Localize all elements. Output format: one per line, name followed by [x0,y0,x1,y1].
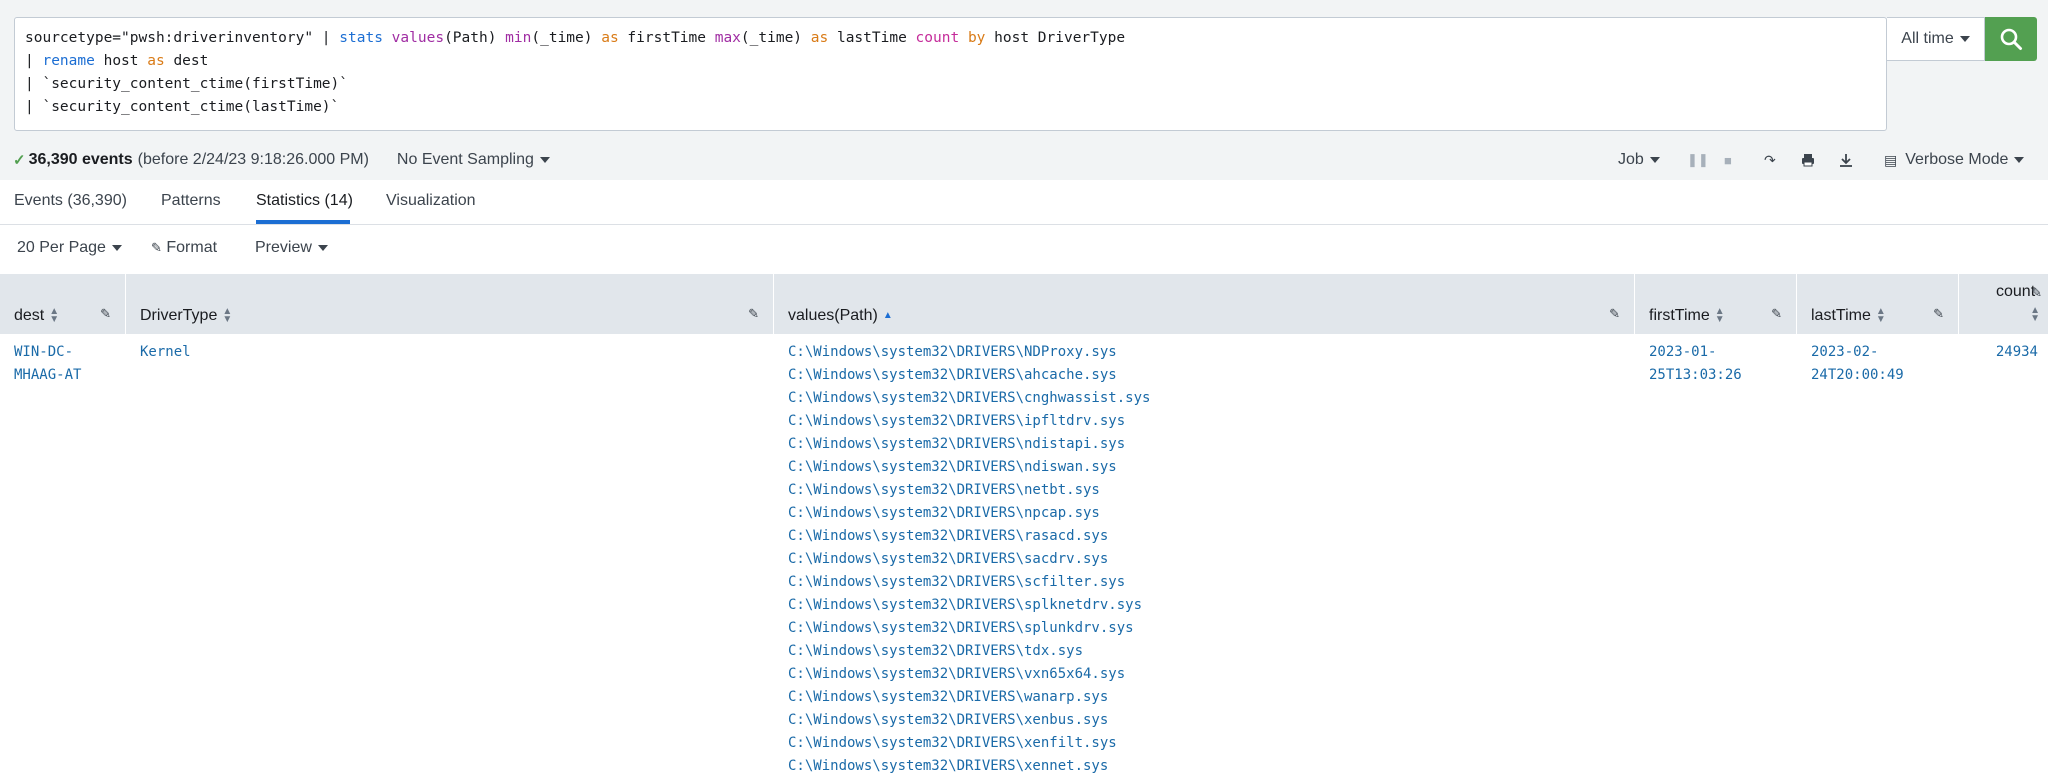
cell-lasttime[interactable]: 2023-02- 24T20:00:49 [1811,341,1904,387]
check-icon: ✓ [13,152,26,169]
active-tab-indicator [256,220,350,224]
path-value[interactable]: C:\Windows\system32\DRIVERS\scfilter.sys [788,571,1150,594]
chevron-down-icon [317,244,328,251]
column-header-count[interactable]: count ✎ ▲ ▼ [1959,274,2048,334]
path-value[interactable]: C:\Windows\system32\DRIVERS\rasacd.sys [788,525,1150,548]
search-button[interactable] [1985,17,2037,61]
path-value[interactable]: C:\Windows\system32\DRIVERS\xenbus.sys [788,709,1150,732]
sort-icon[interactable]: ▲ ▼ [222,306,232,324]
tab-statistics[interactable]: Statistics (14) [256,192,353,210]
path-value[interactable]: C:\Windows\system32\DRIVERS\ndistapi.sys [788,433,1150,456]
search-query-editor[interactable]: sourcetype="pwsh:driverinventory" | stat… [14,17,1887,131]
query-line-2: | rename host as dest [25,53,209,69]
path-value[interactable]: C:\Windows\system32\DRIVERS\vxn65x64.sys [788,663,1150,686]
mode-icon: ▤ [1884,151,1898,168]
pencil-icon[interactable]: ✎ [1609,306,1620,322]
format-label: Format [166,239,218,256]
column-header-dest[interactable]: dest ▲ ▼ ✎ [0,274,126,334]
search-area: sourcetype="pwsh:driverinventory" | stat… [0,0,2048,180]
path-value[interactable]: C:\Windows\system32\DRIVERS\wanarp.sys [788,686,1150,709]
chevron-down-icon [111,244,122,251]
column-header-firsttime[interactable]: firstTime ▲ ▼ ✎ [1635,274,1797,334]
search-icon [2000,28,2022,50]
path-value[interactable]: C:\Windows\system32\DRIVERS\NDProxy.sys [788,341,1150,364]
search-mode-label: Verbose Mode [1905,151,2009,168]
path-value[interactable]: C:\Windows\system32\DRIVERS\ndiswan.sys [788,456,1150,479]
pencil-icon[interactable]: ✎ [748,306,759,322]
event-sampling-dropdown[interactable]: No Event Sampling [397,151,550,169]
results-toolbar: 20 Per Page ✎ Format Preview [0,226,2048,274]
pencil-icon[interactable]: ✎ [1771,306,1782,322]
pencil-icon: ✎ [151,240,162,255]
tab-events[interactable]: Events (36,390) [14,192,127,210]
column-header-drivertype[interactable]: DriverType ▲ ▼ ✎ [126,274,774,334]
stop-icon[interactable]: ■ [1724,140,1732,180]
cell-count[interactable]: 24934 [1996,341,2038,364]
per-page-dropdown[interactable]: 20 Per Page [17,239,122,257]
job-menu[interactable]: Job [1618,140,1660,180]
time-range-label: All time [1901,30,1954,47]
pause-icon[interactable]: ❚❚ [1687,140,1709,180]
per-page-label: 20 Per Page [17,239,106,256]
path-value[interactable]: C:\Windows\system32\DRIVERS\xenfilt.sys [788,732,1150,755]
results-tabs: Events (36,390) Patterns Statistics (14)… [0,180,2048,225]
print-icon[interactable] [1801,140,1815,180]
preview-label: Preview [255,239,312,256]
cell-dest[interactable]: WIN-DC- MHAAG-AT [14,341,114,387]
query-line-4: | `security_content_ctime(lastTime)` [25,99,340,115]
search-mode-dropdown[interactable]: ▤ Verbose Mode [1884,140,2025,180]
column-label: dest [14,307,45,324]
sort-icon[interactable]: ▲ ▼ [1715,306,1725,324]
pencil-icon[interactable]: ✎ [2031,285,2042,301]
column-header-values-path[interactable]: values(Path) ▲ ✎ [774,274,1635,334]
pencil-icon[interactable]: ✎ [100,306,111,322]
column-label: values(Path) [788,307,878,324]
column-label: count [1996,283,2036,300]
tab-patterns[interactable]: Patterns [161,192,221,210]
cell-drivertype[interactable]: Kernel [140,341,191,364]
column-label: DriverType [140,307,218,324]
column-label: lastTime [1811,307,1871,324]
path-value[interactable]: C:\Windows\system32\DRIVERS\splknetdrv.s… [788,594,1150,617]
sort-ascending-icon[interactable]: ▲ [883,310,893,320]
job-menu-label: Job [1618,151,1644,168]
path-value[interactable]: C:\Windows\system32\DRIVERS\xennet.sys [788,755,1150,778]
path-value[interactable]: C:\Windows\system32\DRIVERS\npcap.sys [788,502,1150,525]
sort-icon[interactable]: ▲ ▼ [2030,306,2040,324]
chevron-down-icon [2014,157,2025,163]
chevron-down-icon [539,156,550,163]
column-label: firstTime [1649,307,1710,324]
events-count: 36,390 events [28,151,133,168]
query-line-3: | `security_content_ctime(firstTime)` [25,76,349,92]
export-icon[interactable] [1839,140,1853,180]
table-header: dest ▲ ▼ ✎ DriverType ▲ ▼ ✎ values(Path) ▲ ✎ … [0,274,2048,334]
sort-icon[interactable]: ▲ ▼ [1876,306,1886,324]
path-value[interactable]: C:\Windows\system32\DRIVERS\ahcache.sys [788,364,1150,387]
chevron-down-icon [1959,36,1970,42]
path-value[interactable]: C:\Windows\system32\DRIVERS\cnghwassist.… [788,387,1150,410]
job-status-bar: ✓ 36,390 events (before 2/24/23 9:18:26.… [0,140,2048,180]
format-button[interactable]: ✎ Format [151,239,217,257]
time-range-picker[interactable]: All time [1887,17,1985,61]
column-header-lasttime[interactable]: lastTime ▲ ▼ ✎ [1797,274,1959,334]
query-line-1: sourcetype="pwsh:driverinventory" | stat… [25,30,1126,46]
event-sampling-label: No Event Sampling [396,151,534,168]
events-before-time: (before 2/24/23 9:18:26.000 PM) [137,151,369,168]
sort-icon[interactable]: ▲ ▼ [49,306,59,324]
cell-values-path: C:\Windows\system32\DRIVERS\NDProxy.sys C… [788,341,1150,778]
path-value[interactable]: C:\Windows\system32\DRIVERS\ipfltdrv.sys [788,410,1150,433]
path-value[interactable]: C:\Windows\system32\DRIVERS\sacdrv.sys [788,548,1150,571]
cell-firsttime[interactable]: 2023-01- 25T13:03:26 [1649,341,1742,387]
path-value[interactable]: C:\Windows\system32\DRIVERS\netbt.sys [788,479,1150,502]
share-icon[interactable]: ↷ [1764,140,1776,180]
path-value[interactable]: C:\Windows\system32\DRIVERS\tdx.sys [788,640,1150,663]
chevron-down-icon [1649,157,1660,163]
pencil-icon[interactable]: ✎ [1933,306,1944,322]
path-value[interactable]: C:\Windows\system32\DRIVERS\splunkdrv.sy… [788,617,1150,640]
tab-visualization[interactable]: Visualization [386,192,476,210]
preview-dropdown[interactable]: Preview [255,239,328,257]
